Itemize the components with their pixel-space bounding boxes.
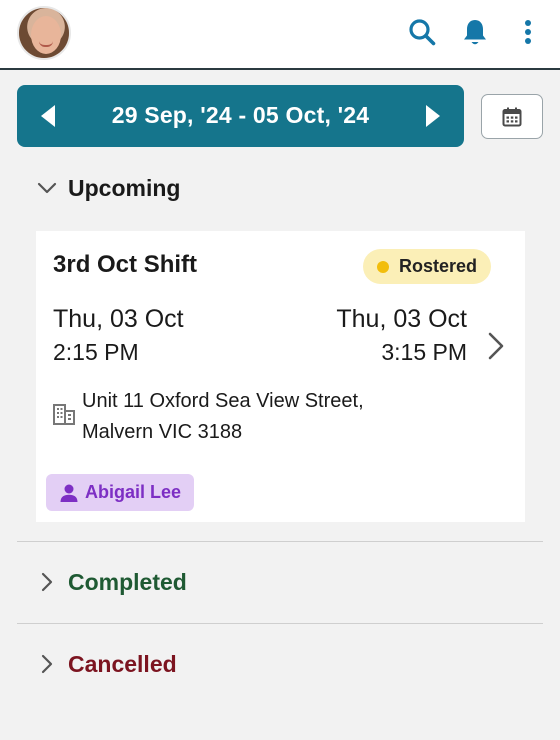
shift-end-date: Thu, 03 Oct — [336, 305, 467, 333]
person-icon — [60, 484, 78, 502]
avatar-face — [31, 16, 61, 54]
week-range-label: 29 Sep, '24 - 05 Oct, '24 — [111, 102, 370, 128]
more-vertical-icon — [525, 20, 531, 44]
chevron-right-icon[interactable] — [484, 329, 508, 363]
shift-address: Unit 11 Oxford Sea View Street, Malvern … — [82, 386, 482, 448]
chevron-right-icon — [32, 567, 62, 597]
status-label: Rostered — [399, 256, 478, 276]
address-line-1: Unit 11 Oxford Sea View Street, — [82, 390, 364, 412]
status-badge: Rostered — [363, 249, 492, 284]
assignee-name: Abigail Lee — [85, 482, 182, 502]
section-divider — [17, 623, 543, 624]
week-range-selector: 29 Sep, '24 - 05 Oct, '24 — [17, 85, 464, 147]
calendar-picker-button[interactable] — [481, 94, 543, 139]
avatar[interactable] — [17, 6, 71, 60]
chevron-down-icon — [32, 173, 62, 203]
more-options-button[interactable] — [511, 14, 545, 50]
completed-section-toggle[interactable]: Completed — [32, 567, 187, 597]
upcoming-section-toggle[interactable]: Upcoming — [32, 173, 180, 203]
bell-icon — [464, 20, 486, 45]
cancelled-section-label: Cancelled — [68, 650, 177, 677]
section-divider — [17, 541, 543, 542]
cancelled-section-toggle[interactable]: Cancelled — [32, 649, 177, 679]
shift-start-date: Thu, 03 Oct — [53, 305, 184, 333]
assignee-chip[interactable]: Abigail Lee — [46, 474, 195, 511]
calendar-icon — [502, 107, 522, 126]
previous-week-button[interactable] — [31, 99, 65, 133]
shift-start-time: 2:15 PM — [53, 339, 139, 365]
triangle-right-icon — [426, 105, 440, 127]
building-icon — [53, 404, 75, 425]
status-dot-icon — [377, 260, 389, 273]
search-button[interactable] — [405, 14, 439, 50]
completed-section-label: Completed — [68, 568, 187, 595]
address-line-2: Malvern VIC 3188 — [82, 421, 243, 443]
shift-title: 3rd Oct Shift — [53, 251, 198, 278]
upcoming-section-label: Upcoming — [68, 174, 181, 201]
search-icon — [409, 19, 436, 46]
notifications-button[interactable] — [458, 14, 492, 50]
shift-card[interactable]: 3rd Oct Shift Rostered Thu, 03 Oct 2:15 … — [36, 231, 525, 522]
triangle-left-icon — [41, 105, 55, 127]
chevron-right-icon — [32, 649, 62, 679]
shift-end-time: 3:15 PM — [381, 339, 467, 365]
next-week-button[interactable] — [416, 99, 450, 133]
app-header — [0, 0, 560, 70]
